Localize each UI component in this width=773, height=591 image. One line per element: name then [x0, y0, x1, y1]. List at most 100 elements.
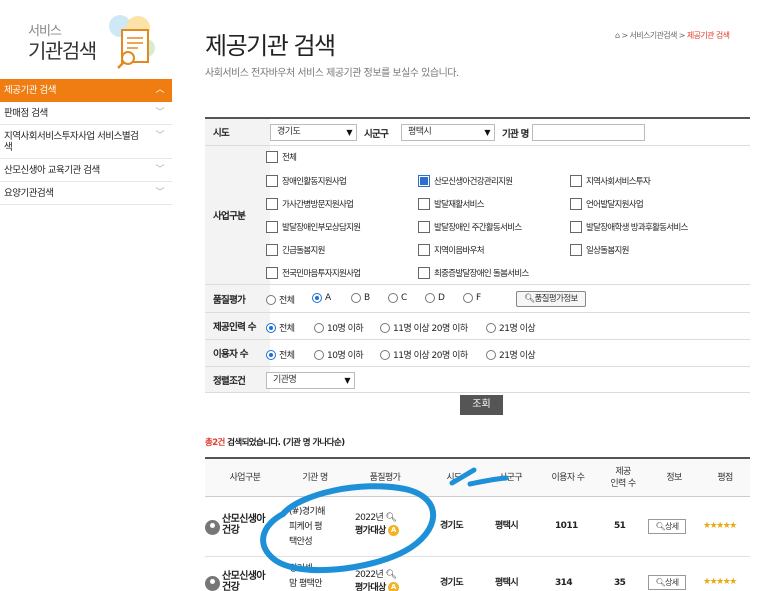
- business-checkbox[interactable]: 언어발달지원사업: [570, 198, 644, 210]
- form-row-sort: 정렬조건 기관명 ▼: [205, 367, 750, 393]
- sidebar-item-provider-search[interactable]: 제공기관 검색 ︿: [0, 79, 172, 102]
- staff-radio[interactable]: 전체: [266, 321, 295, 334]
- users-radio[interactable]: 21명 이상: [486, 348, 536, 361]
- staff-radio[interactable]: 21명 이상: [486, 321, 536, 334]
- business-checkbox[interactable]: 발달장애인부모상담지원: [266, 221, 361, 233]
- sidebar-item-label: 지역사회서비스투자사업 서비스별검색: [4, 131, 139, 153]
- quality-radio[interactable]: 전체: [266, 293, 295, 306]
- business-checkbox[interactable]: 최중증발달장애인 돌봄서비스: [418, 267, 529, 279]
- sigungu-label: 시군구: [364, 129, 389, 140]
- business-checkbox[interactable]: 전국민마음투자지원사업: [266, 267, 361, 279]
- person-icon: [205, 520, 220, 535]
- sort-label: 정렬조건: [205, 367, 270, 392]
- sidebar-item-store-search[interactable]: 판매점 검색 ﹀: [0, 102, 172, 125]
- col-rating: 평점: [717, 473, 733, 483]
- search-icon: 🔍︎: [655, 578, 666, 587]
- person-icon: [205, 576, 220, 591]
- form-row-staff: 제공인력 수 전체 10명 이하 11명 이상 20명 이하 21명 이상: [205, 313, 750, 340]
- business-checkbox[interactable]: 산모신생아건강관리지원: [418, 175, 513, 187]
- chevron-up-icon: ︿: [155, 85, 164, 95]
- users-radio[interactable]: 11명 이상 20명 이하: [380, 348, 468, 361]
- quality-radio[interactable]: C: [388, 293, 407, 303]
- col-quality: 품질평가: [369, 473, 401, 483]
- breadcrumb: ⌂ > 서비스기관검색 > 제공기관 검색: [615, 31, 730, 40]
- detail-button[interactable]: 🔍︎상세: [648, 575, 686, 590]
- business-checkbox[interactable]: 긴급돌봄지원: [266, 244, 325, 256]
- sidebar-item-care-facility[interactable]: 요양기관검색 ﹀: [0, 182, 172, 205]
- cell-sigungu: 평택시: [495, 578, 519, 588]
- business-checkbox[interactable]: 발달재활서비스: [418, 198, 485, 210]
- staff-radio[interactable]: 11명 이상 20명 이하: [380, 321, 468, 334]
- search-icon[interactable]: 🔍︎: [385, 570, 396, 580]
- table-row: 산모신생아 건강 경기센 맘 평택안 2022년 🔍︎ 평가대상 A 경기도 평택시…: [205, 557, 750, 591]
- staff-radio[interactable]: 10명 이하: [314, 321, 364, 334]
- sidebar-item-maternal-education[interactable]: 산모신생아 교육기관 검색 ﹀: [0, 159, 172, 182]
- business-checkbox[interactable]: 가사간병방문지원사업: [266, 198, 354, 210]
- grade-badge: A: [387, 582, 399, 591]
- col-users: 이용자 수: [551, 473, 586, 483]
- sido-select[interactable]: 경기도 ▼: [270, 124, 357, 141]
- chevron-down-icon: ﹀: [155, 131, 164, 141]
- chevron-down-icon: ▼: [346, 128, 352, 137]
- business-checkbox[interactable]: 발달장애학생 방과후활동서비스: [570, 221, 688, 233]
- org-name-input[interactable]: [532, 124, 645, 141]
- col-info: 정보: [666, 473, 682, 483]
- business-label: 사업구분: [205, 146, 270, 284]
- chevron-down-icon: ▼: [344, 376, 350, 385]
- business-checkbox[interactable]: 지역사회서비스투자: [570, 175, 651, 187]
- search-icon[interactable]: 🔍︎: [385, 513, 396, 523]
- detail-button[interactable]: 🔍︎상세: [648, 519, 686, 534]
- checkbox-checked: [418, 175, 430, 187]
- business-checkbox[interactable]: 장애인활동지원사업: [266, 175, 347, 187]
- sidebar-item-label: 제공기관 검색: [4, 85, 56, 96]
- sidebar-item-label: 판매점 검색: [4, 108, 48, 119]
- result-count: 총2건: [205, 438, 225, 448]
- sido-label: 시도: [205, 119, 270, 145]
- rating-stars: ★★★★★: [703, 577, 737, 587]
- cell-org[interactable]: 경기센 맘 평택안: [289, 562, 323, 591]
- quality-label: 품질평가: [205, 285, 270, 312]
- breadcrumb-level1[interactable]: 서비스기관검색: [630, 31, 678, 40]
- users-radio[interactable]: 10명 이하: [314, 348, 364, 361]
- form-row-quality: 품질평가 전체 A B C D F: [205, 285, 750, 313]
- home-icon[interactable]: ⌂: [615, 31, 620, 40]
- business-checkbox-all[interactable]: 전체: [266, 151, 297, 163]
- form-row-users: 이용자 수 전체 10명 이하 11명 이상 20명 이하 21명 이상: [205, 340, 750, 367]
- cell-sido: 경기도: [440, 578, 464, 588]
- search-button[interactable]: 조회: [460, 395, 503, 415]
- users-radio[interactable]: 전체: [266, 348, 295, 361]
- business-checkbox[interactable]: 발달장애인 주간활동서비스: [418, 221, 522, 233]
- quality-info-button[interactable]: 🔍︎품질평가정보: [516, 291, 586, 307]
- sigungu-select[interactable]: 평택시 ▼: [401, 124, 495, 141]
- cell-quality: 2022년 🔍︎ 평가대상 A: [355, 569, 399, 591]
- staff-label: 제공인력 수: [205, 313, 270, 339]
- cell-business: 산모신생아 건강: [222, 514, 266, 536]
- sidebar-nav: 제공기관 검색 ︿ 판매점 검색 ﹀ 지역사회서비스투자사업 서비스별검색 ﹀ 산모신…: [0, 79, 172, 205]
- sort-select[interactable]: 기관명 ▼: [266, 372, 355, 389]
- quality-radio[interactable]: A: [312, 293, 331, 303]
- cell-quality: 2022년 🔍︎ 평가대상 A: [355, 512, 399, 538]
- cell-business: 산모신생아 건강: [222, 571, 266, 591]
- page-title: 제공기관 검색: [205, 32, 336, 60]
- result-summary: 총2건 검색되었습니다. (기관 명 가나다순): [205, 438, 345, 448]
- business-checkbox[interactable]: 일상돌봄지원: [570, 244, 629, 256]
- cell-sido: 경기도: [440, 521, 464, 531]
- col-staff: 제공 인력 수: [610, 467, 636, 489]
- users-label: 이용자 수: [205, 340, 270, 366]
- col-sido: 시도: [446, 473, 462, 483]
- cell-org[interactable]: (#)경기해 피케어 평 택안성: [289, 505, 325, 550]
- table-header: 사업구분 기관 명 품질평가 시도 시군구 이용자 수 제공 인력 수 정보 평…: [205, 457, 750, 497]
- col-business: 사업구분: [229, 473, 261, 483]
- quality-radio[interactable]: B: [351, 293, 370, 303]
- org-name-label: 기관 명: [502, 129, 529, 140]
- quality-radio[interactable]: D: [425, 293, 445, 303]
- quality-radio[interactable]: F: [463, 293, 481, 303]
- business-checkbox[interactable]: 지역이음바우처: [418, 244, 485, 256]
- chevron-down-icon: ﹀: [155, 108, 164, 118]
- form-row-business: 사업구분 전체 장애인활동지원사업 산모신생아건강관리지원 지역사회서비스투자 …: [205, 146, 750, 285]
- page-subtitle: 사회서비스 전자바우처 서비스 제공기관 정보를 보실수 있습니다.: [205, 68, 459, 79]
- table-row: 산모신생아 건강 (#)경기해 피케어 평 택안성 2022년 🔍︎ 평가대상 A …: [205, 497, 750, 557]
- search-icon: 🔍︎: [655, 522, 666, 531]
- sidebar-item-community-service[interactable]: 지역사회서비스투자사업 서비스별검색 ﹀: [0, 125, 172, 159]
- sidebar-item-label: 산모신생아 교육기관 검색: [4, 165, 100, 176]
